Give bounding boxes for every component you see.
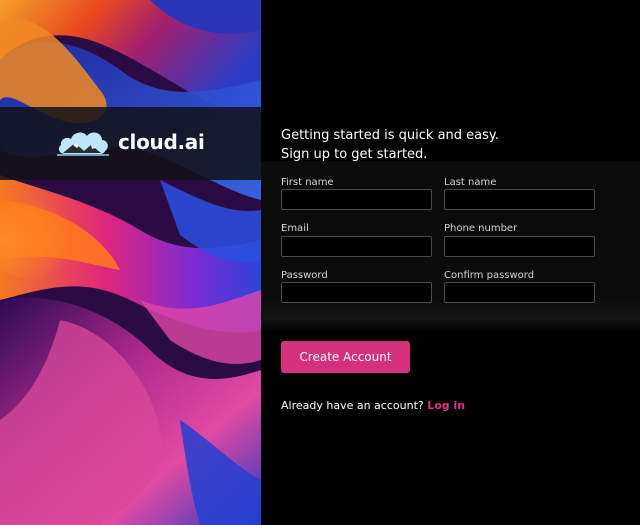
hero-artwork	[0, 0, 261, 525]
intro-line-1: Getting started is quick and easy.	[281, 128, 499, 143]
create-account-button[interactable]: Create Account	[281, 341, 410, 373]
login-prompt-row: Already have an account? Log in	[281, 398, 465, 414]
first-name-label: First name	[281, 177, 334, 188]
first-name-field[interactable]	[281, 189, 432, 210]
brand-name: cloud.ai	[118, 130, 205, 154]
signup-page: cloud.ai Getting started is quick and ea…	[0, 0, 640, 525]
email-label: Email	[281, 223, 309, 234]
abstract-waves-image	[0, 0, 261, 525]
phone-field[interactable]	[444, 236, 595, 257]
phone-label: Phone number	[444, 223, 518, 234]
fields-divider	[261, 318, 640, 332]
login-link[interactable]: Log in	[427, 399, 465, 412]
last-name-label: Last name	[444, 177, 497, 188]
intro-line-2: Sign up to get started.	[281, 147, 428, 162]
confirm-password-label: Confirm password	[444, 270, 535, 281]
password-label: Password	[281, 270, 328, 281]
login-prompt-text: Already have an account?	[281, 399, 424, 412]
password-field[interactable]	[281, 282, 432, 303]
email-field[interactable]	[281, 236, 432, 257]
intro-text: Getting started is quick and easy. Sign …	[281, 126, 499, 164]
last-name-field[interactable]	[444, 189, 595, 210]
cloud-icon	[55, 126, 111, 158]
confirm-password-field[interactable]	[444, 282, 595, 303]
